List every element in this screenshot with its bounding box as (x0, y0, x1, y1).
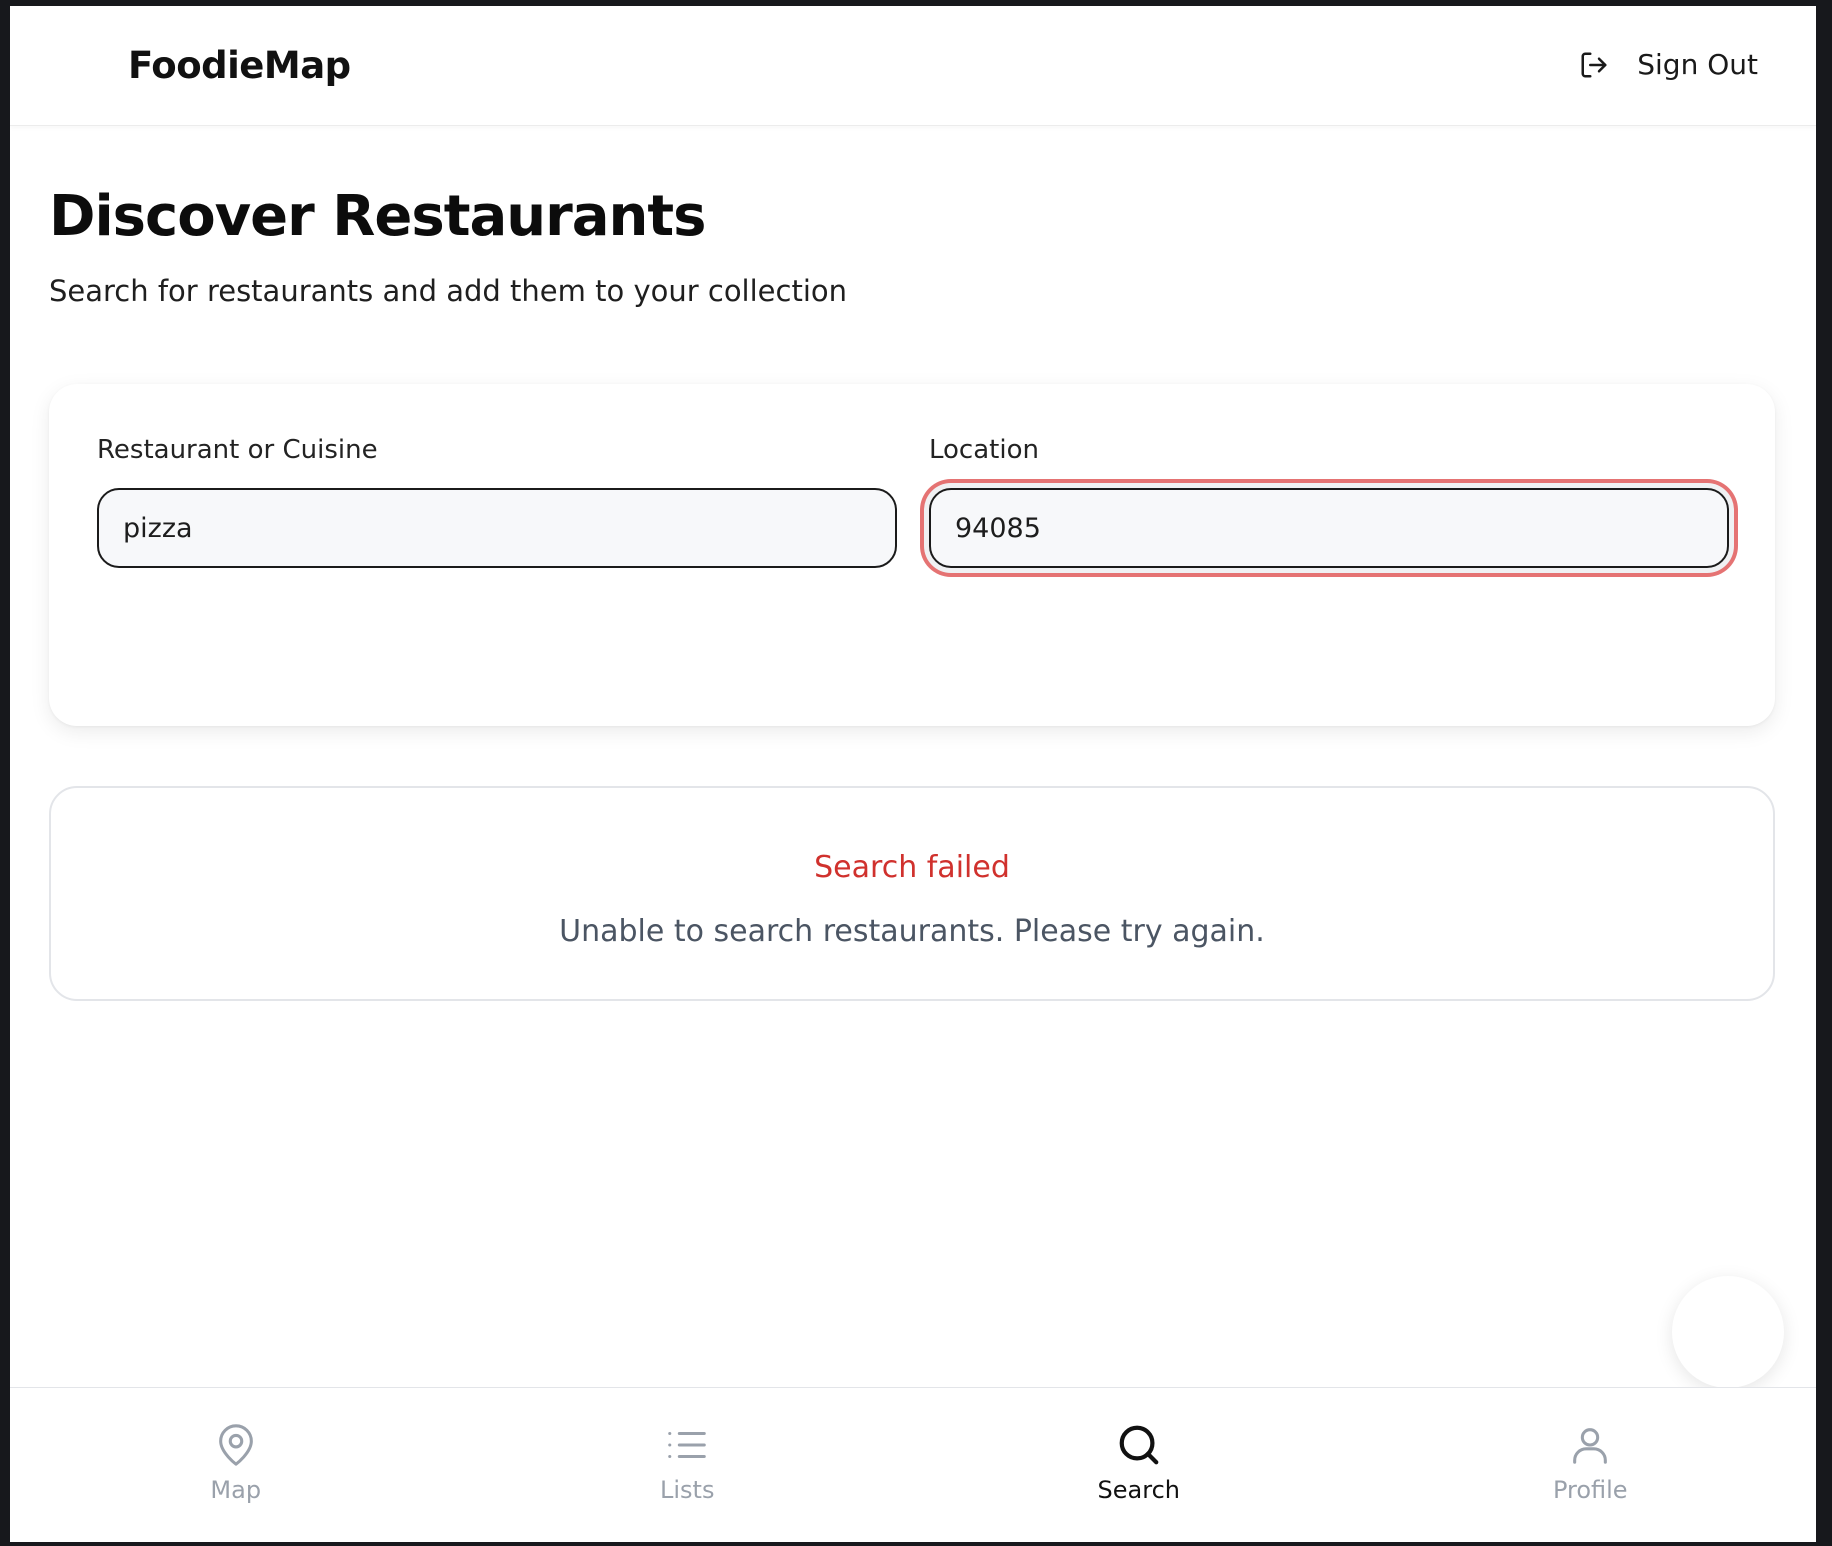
error-title: Search failed (814, 850, 1010, 885)
error-message: Unable to search restaurants. Please try… (559, 914, 1265, 949)
bottom-navigation: Map Lists Search Profile (10, 1387, 1816, 1542)
page-title: Discover Restaurants (49, 184, 707, 249)
search-error-card: Search failed Unable to search restauran… (49, 786, 1775, 1001)
nav-label-lists: Lists (660, 1476, 715, 1504)
page-subtitle: Search for restaurants and add them to y… (49, 274, 848, 308)
brand-logo[interactable]: FoodieMap (128, 44, 351, 87)
nav-label-profile: Profile (1552, 1476, 1628, 1504)
nav-item-lists[interactable]: Lists (462, 1388, 914, 1542)
location-label: Location (929, 435, 1039, 465)
nav-label-map: Map (210, 1476, 262, 1504)
user-icon (1567, 1422, 1613, 1468)
floating-action-button[interactable] (1672, 1276, 1784, 1388)
nav-item-map[interactable]: Map (10, 1388, 462, 1542)
search-icon (1116, 1422, 1162, 1468)
list-icon (664, 1422, 710, 1468)
restaurant-cuisine-label: Restaurant or Cuisine (97, 435, 378, 465)
map-pin-icon (213, 1422, 259, 1468)
sign-out-button[interactable]: Sign Out (1579, 48, 1758, 81)
sign-out-icon (1579, 50, 1609, 80)
top-header: FoodieMap Sign Out (10, 6, 1816, 126)
location-input[interactable] (929, 488, 1729, 568)
nav-item-profile[interactable]: Profile (1365, 1388, 1817, 1542)
sign-out-label: Sign Out (1637, 48, 1758, 81)
app-window: FoodieMap Sign Out Discover Restaurants … (10, 6, 1816, 1542)
nav-label-search: Search (1097, 1476, 1180, 1504)
restaurant-cuisine-input[interactable] (97, 488, 897, 568)
search-form-card: Restaurant or Cuisine Location (49, 384, 1775, 726)
nav-item-search[interactable]: Search (913, 1388, 1365, 1542)
